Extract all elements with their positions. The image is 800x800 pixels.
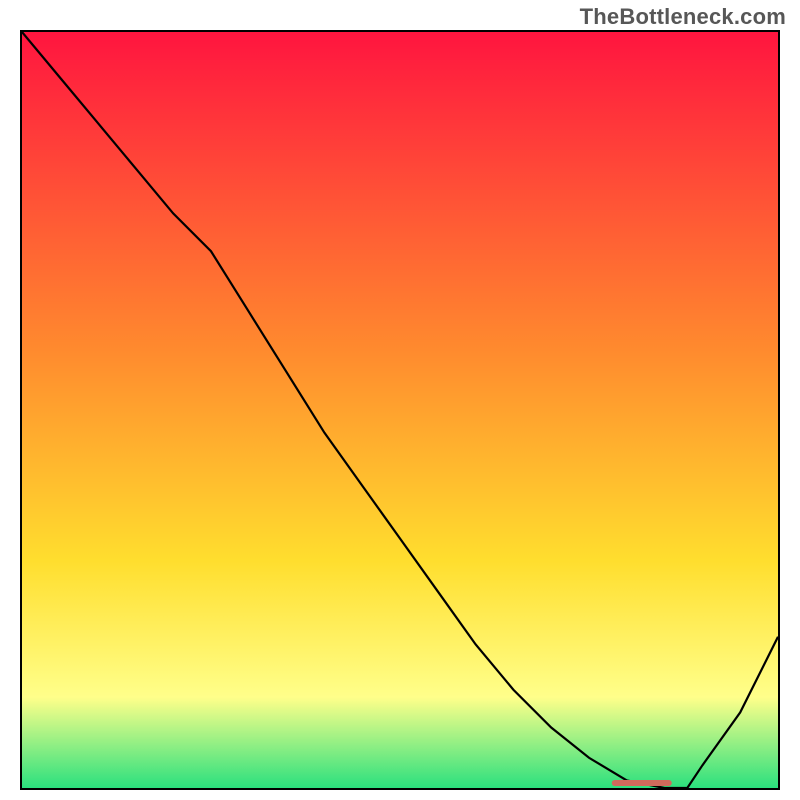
bottleneck-curve bbox=[22, 32, 778, 788]
minimum-marker bbox=[612, 780, 672, 786]
plot-frame bbox=[20, 30, 780, 790]
watermark-text: TheBottleneck.com bbox=[580, 4, 786, 30]
curve-layer bbox=[22, 32, 778, 788]
chart-container: TheBottleneck.com bbox=[0, 0, 800, 800]
